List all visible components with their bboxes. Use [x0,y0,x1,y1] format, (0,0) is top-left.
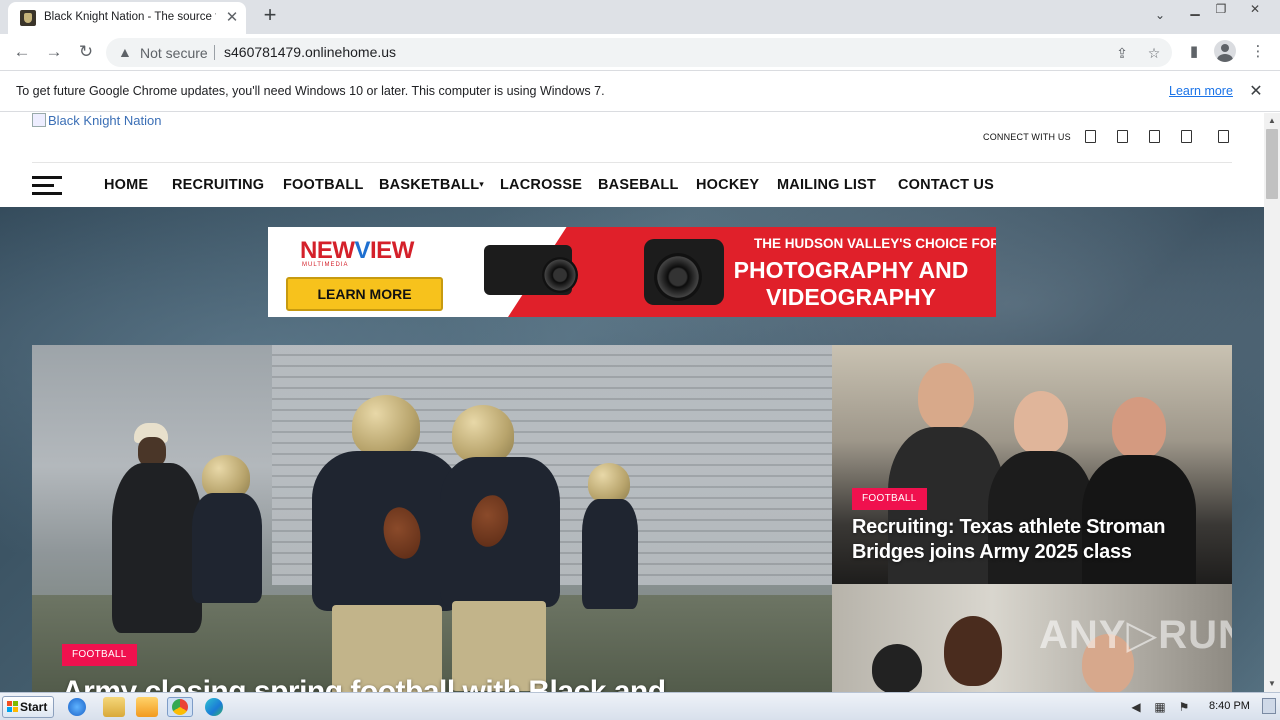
windows-taskbar: Start ◀ ▦ ⚑ 8:40 PM [0,692,1280,720]
browser-tab[interactable]: Black Knight Nation - The source for ✕ [8,2,246,34]
instagram-icon[interactable] [1149,130,1160,143]
network-icon[interactable]: ▦ [1152,699,1168,715]
ad-banner[interactable]: NEWVIEW MULTIMEDIA LEARN MORE THE HUDSON… [268,227,996,317]
nav-mailing-list[interactable]: MAILING LIST [777,177,876,193]
category-badge[interactable]: FOOTBALL [62,644,137,666]
site-favicon-icon [20,10,36,26]
site-logo[interactable]: Black Knight Nation [32,113,161,128]
side-headline-1[interactable]: Recruiting: Texas athlete Stroman Bridge… [852,515,1222,565]
nav-football[interactable]: FOOTBALL [283,177,364,193]
url-text[interactable]: s460781479.onlinehome.us [224,44,396,60]
chrome-taskbar-button[interactable] [167,697,193,717]
screen: Black Knight Nation - The source for ✕ +… [0,0,1280,720]
browser-toolbar: ← → ↻ ▲ Not secure s460781479.onlinehome… [0,34,1280,71]
main-feature-card[interactable]: FOOTBALL Army closing spring football wi… [32,345,832,692]
chrome-icon [172,699,188,715]
nav-basketball[interactable]: BASKETBALL▾ [379,177,484,193]
tab-title: Black Knight Nation - The source for [44,11,216,23]
edge-icon[interactable] [205,698,223,716]
back-arrow-icon[interactable]: ← [10,40,34,64]
video-camera-image [484,245,578,295]
header-divider [32,162,1232,163]
dropdown-caret-icon: ▾ [479,179,484,189]
nav-lacrosse[interactable]: LACROSSE [500,177,582,193]
side-feature-card-2[interactable]: ANY▷RUN [832,584,1232,692]
twitter-icon[interactable] [1117,130,1128,143]
ad-brand-subtitle: MULTIMEDIA [302,262,349,268]
forward-arrow-icon[interactable]: → [42,40,66,64]
search-icon[interactable] [1218,130,1229,143]
tab-search-chevron-icon[interactable]: ⌄ [1150,8,1170,26]
start-button[interactable]: Start [2,696,54,718]
taskbar-clock[interactable]: 8:40 PM [1209,700,1250,712]
warning-triangle-icon[interactable]: ▲ [118,44,134,60]
ad-headline-small: THE HUDSON VALLEY'S CHOICE FOR [754,236,996,251]
show-desktop-button[interactable] [1262,698,1276,714]
new-tab-button[interactable]: + [258,4,282,28]
scroll-down-arrow-icon[interactable]: ▼ [1264,676,1280,692]
logo-alt-text: Black Knight Nation [48,113,162,128]
anyrun-watermark: ANY▷RUN [1039,613,1232,657]
ad-brand-logo: NEWVIEW [300,237,414,264]
nav-recruiting[interactable]: RECRUITING [172,177,264,193]
learn-more-link[interactable]: Learn more [1169,84,1233,98]
page-scrollbar[interactable]: ▲ ▼ [1264,113,1280,692]
nav-basketball-label: BASKETBALL [379,177,480,193]
scroll-up-arrow-icon[interactable]: ▲ [1264,113,1280,129]
action-center-flag-icon[interactable]: ⚑ [1176,699,1192,715]
start-label: Start [20,700,48,714]
media-player-icon[interactable] [136,697,158,717]
tab-strip: Black Knight Nation - The source for ✕ +… [0,0,1280,34]
ad-learn-more-button[interactable]: LEARN MORE [286,277,443,311]
main-headline[interactable]: Army closing spring football with Black … [62,675,762,692]
infobar-message: To get future Google Chrome updates, you… [16,84,605,98]
share-icon[interactable]: ⇪ [1112,43,1132,63]
windows-logo-icon [7,701,19,713]
nav-baseball[interactable]: BASEBALL [598,177,679,193]
youtube-icon[interactable] [1181,130,1192,143]
side-panel-icon[interactable]: ▮ [1182,40,1206,64]
profile-avatar-icon[interactable] [1214,40,1236,62]
address-bar[interactable]: ▲ Not secure s460781479.onlinehome.us ⇪ … [106,38,1172,67]
hamburger-menu-icon[interactable] [32,176,62,196]
nav-hockey[interactable]: HOCKEY [696,177,759,193]
tab-close-icon[interactable]: ✕ [222,8,242,28]
omnibox-divider [214,45,215,60]
reload-icon[interactable]: ↻ [74,40,98,64]
internet-explorer-icon[interactable] [68,698,86,716]
facebook-icon[interactable] [1085,130,1096,143]
side-feature-card-1[interactable]: FOOTBALL Recruiting: Texas athlete Strom… [832,345,1232,584]
file-explorer-icon[interactable] [103,697,125,717]
broken-image-icon [32,113,46,127]
infobar-close-icon[interactable]: ✕ [1246,82,1266,102]
ad-headline-large: PHOTOGRAPHY AND VIDEOGRAPHY [733,257,969,310]
restore-icon[interactable]: ❐ [1206,0,1236,20]
category-badge[interactable]: FOOTBALL [852,488,927,510]
window-close-icon[interactable]: ✕ [1240,0,1270,20]
page-viewport: Black Knight Nation CONNECT WITH US HOME… [0,113,1264,692]
volume-icon[interactable]: ◀ [1128,699,1144,715]
update-infobar: To get future Google Chrome updates, you… [0,72,1280,112]
nav-home[interactable]: HOME [104,177,148,193]
scrollbar-thumb[interactable] [1266,129,1278,199]
security-label[interactable]: Not secure [140,45,208,61]
connect-with-us-label: CONNECT WITH US [983,132,1071,142]
nav-contact-us[interactable]: CONTACT US [898,177,994,193]
chrome-menu-icon[interactable]: ⋮ [1246,40,1270,64]
bookmark-star-icon[interactable]: ☆ [1144,43,1164,63]
